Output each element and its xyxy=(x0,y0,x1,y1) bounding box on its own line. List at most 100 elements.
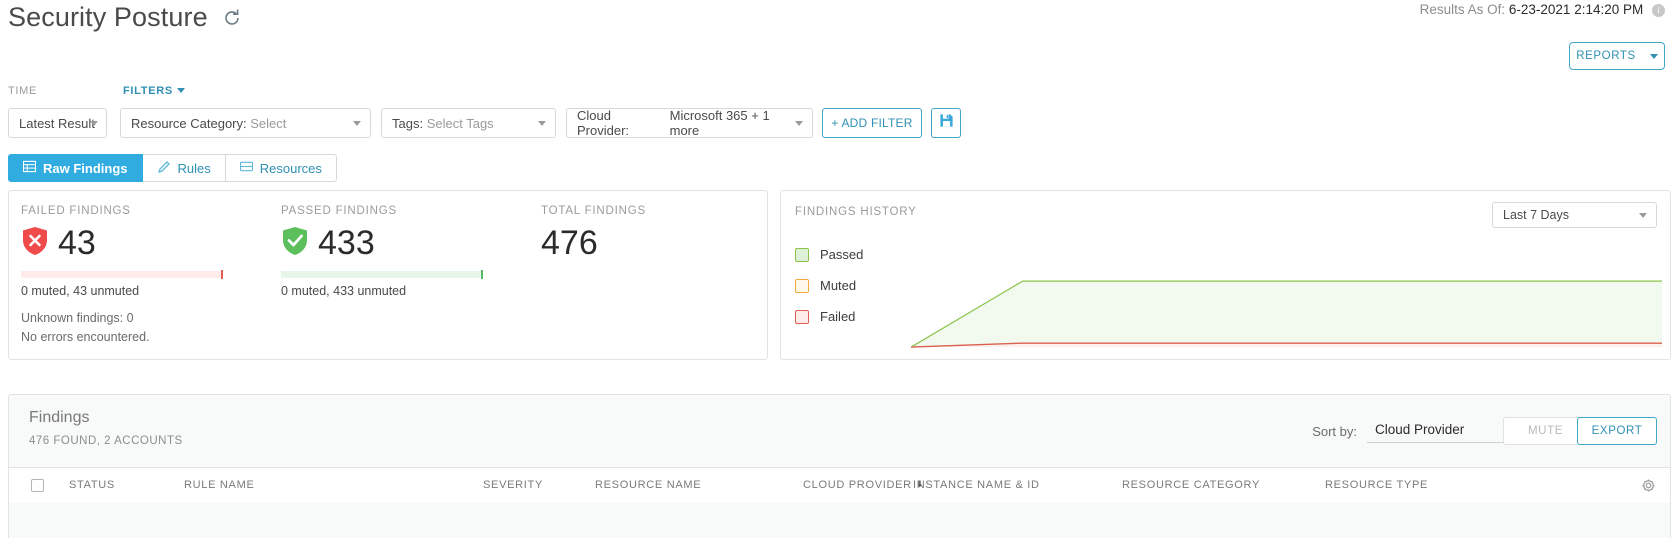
stat-passed-findings: PASSED FINDINGS 433 0 muted, 433 unmuted xyxy=(281,205,543,298)
page-title-text: Security Posture xyxy=(8,2,208,32)
legend-swatch-muted xyxy=(795,278,809,293)
stat-passed-bar-tick xyxy=(481,270,483,279)
legend-item-failed[interactable]: Failed xyxy=(795,301,863,332)
results-as-of: Results As Of: 6-23-2021 2:14:20 PM i xyxy=(1420,0,1665,20)
tab-rules-label: Rules xyxy=(177,160,211,176)
findings-history-label: FINDINGS HISTORY xyxy=(795,206,917,218)
reports-button-label: REPORTS xyxy=(1576,50,1636,62)
cloud-provider-value: Microsoft 365 + 1 more xyxy=(669,108,770,138)
findings-table-header: STATUS RULE NAME SEVERITY RESOURCE NAME … xyxy=(9,467,1670,503)
findings-panel: Findings 476 FOUND, 2 ACCOUNTS Sort by: … xyxy=(8,394,1671,538)
stat-total-findings: TOTAL FINDINGS 476 xyxy=(541,205,761,263)
tab-raw-findings[interactable]: Raw Findings xyxy=(8,154,143,182)
chevron-down-icon xyxy=(176,88,185,93)
add-filter-button[interactable]: + ADD FILTER xyxy=(822,108,922,138)
gear-icon[interactable] xyxy=(1641,478,1656,498)
stat-failed-findings: FAILED FINDINGS 43 0 muted, 43 unmuted xyxy=(21,205,283,298)
stat-total-value: 476 xyxy=(541,224,598,262)
legend-item-muted[interactable]: Muted xyxy=(795,270,863,301)
column-header-status[interactable]: STATUS xyxy=(69,479,115,491)
filters-toggle-label: FILTERS xyxy=(123,85,173,97)
stat-failed-bar-tick xyxy=(221,270,223,279)
stat-passed-sub: 0 muted, 433 unmuted xyxy=(281,284,407,298)
reports-button[interactable]: REPORTS xyxy=(1569,42,1665,70)
results-as-of-label: Results As Of: xyxy=(1419,2,1506,17)
tab-resources[interactable]: Resources xyxy=(225,154,337,182)
stat-failed-label: FAILED FINDINGS xyxy=(21,205,131,217)
legend-label-muted: Muted xyxy=(820,278,857,293)
unknown-findings-text: Unknown findings: 0 xyxy=(21,311,134,325)
findings-title: Findings xyxy=(29,409,90,426)
view-tabs: Raw Findings Rules Resources xyxy=(8,154,337,182)
column-header-resource-category[interactable]: RESOURCE CATEGORY xyxy=(1122,479,1260,491)
export-button-label: EXPORT xyxy=(1591,425,1643,437)
cloud-provider-label: Cloud Provider: xyxy=(577,108,630,138)
legend-label-passed: Passed xyxy=(820,247,864,262)
legend-swatch-failed xyxy=(795,309,809,324)
chevron-down-icon xyxy=(90,121,98,126)
filters-toggle[interactable]: FILTERS xyxy=(123,85,185,97)
tab-resources-label: Resources xyxy=(259,160,322,176)
column-header-severity[interactable]: SEVERITY xyxy=(483,479,543,491)
tags-select[interactable]: Tags: Select Tags xyxy=(381,108,556,138)
column-header-resource-type[interactable]: RESOURCE TYPE xyxy=(1325,479,1428,491)
stat-passed-bar xyxy=(281,270,483,279)
series-area-passed xyxy=(911,281,1662,348)
grid-icon xyxy=(22,160,37,176)
findings-subtitle: 476 FOUND, 2 ACCOUNTS xyxy=(29,435,183,447)
shield-check-icon xyxy=(281,226,309,261)
stats-footer: Unknown findings: 0 No errors encountere… xyxy=(21,309,150,347)
time-label: TIME xyxy=(8,85,38,97)
sort-by-label: Sort by: xyxy=(1312,424,1357,439)
stat-failed-sub: 0 muted, 43 unmuted xyxy=(21,284,140,298)
stat-passed-value: 433 xyxy=(318,224,375,262)
add-filter-label: + ADD FILTER xyxy=(831,116,913,130)
stat-failed-value: 43 xyxy=(58,224,96,262)
time-select-value: Latest Result xyxy=(19,115,95,131)
column-header-rule-name[interactable]: RULE NAME xyxy=(184,479,254,491)
results-as-of-value: 6-23-2021 2:14:20 PM xyxy=(1508,2,1644,17)
errors-text: No errors encountered. xyxy=(21,330,150,344)
time-select[interactable]: Latest Result xyxy=(8,108,107,138)
sort-by-value: Cloud Provider xyxy=(1375,422,1465,437)
history-range-value: Last 7 Days xyxy=(1503,208,1570,222)
server-icon xyxy=(239,160,253,176)
mute-button-label: MUTE xyxy=(1528,425,1563,437)
history-range-select[interactable]: Last 7 Days xyxy=(1492,202,1657,228)
chart-svg xyxy=(910,280,1662,348)
resource-category-select[interactable]: Resource Category: Select xyxy=(120,108,371,138)
filter-labels: TIME FILTERS xyxy=(0,85,1679,99)
pencil-icon xyxy=(157,160,171,177)
stat-passed-label: PASSED FINDINGS xyxy=(281,205,397,217)
info-icon[interactable]: i xyxy=(1652,3,1665,17)
column-header-cloud-provider[interactable]: CLOUD PROVIDER ⬇ xyxy=(803,479,924,491)
legend-label-failed: Failed xyxy=(820,309,856,324)
stats-card: FAILED FINDINGS 43 0 muted, 43 unmuted P… xyxy=(8,190,768,360)
legend-swatch-passed xyxy=(795,247,809,262)
save-icon xyxy=(939,113,954,133)
column-header-instance-name-id[interactable]: INSTANCE NAME & ID xyxy=(913,479,1040,491)
shield-x-icon xyxy=(21,226,49,261)
export-button[interactable]: EXPORT xyxy=(1577,417,1657,445)
tab-rules[interactable]: Rules xyxy=(142,154,226,182)
column-header-resource-name[interactable]: RESOURCE NAME xyxy=(595,479,701,491)
tab-raw-findings-label: Raw Findings xyxy=(43,160,128,176)
chevron-down-icon xyxy=(538,121,546,126)
chevron-down-icon xyxy=(1649,53,1658,59)
select-all-checkbox[interactable] xyxy=(31,479,44,492)
findings-history-chart[interactable] xyxy=(910,227,1662,351)
page-title: Security Posture xyxy=(8,2,242,35)
mute-button[interactable]: MUTE xyxy=(1503,417,1588,445)
chart-legend: Passed Muted Failed xyxy=(795,239,863,332)
tags-value: Select Tags xyxy=(426,115,494,131)
tags-label: Tags: xyxy=(392,115,424,131)
resource-category-value: Select xyxy=(250,115,287,131)
stat-total-label: TOTAL FINDINGS xyxy=(541,205,646,217)
legend-item-passed[interactable]: Passed xyxy=(795,239,863,270)
resource-category-label: Resource Category: xyxy=(131,115,247,131)
chevron-down-icon xyxy=(353,121,361,126)
column-header-cloud-provider-label: CLOUD PROVIDER xyxy=(803,479,912,491)
refresh-icon[interactable] xyxy=(222,4,242,35)
save-filter-button[interactable] xyxy=(931,108,961,138)
cloud-provider-select[interactable]: Cloud Provider: Microsoft 365 + 1 more xyxy=(566,108,813,138)
